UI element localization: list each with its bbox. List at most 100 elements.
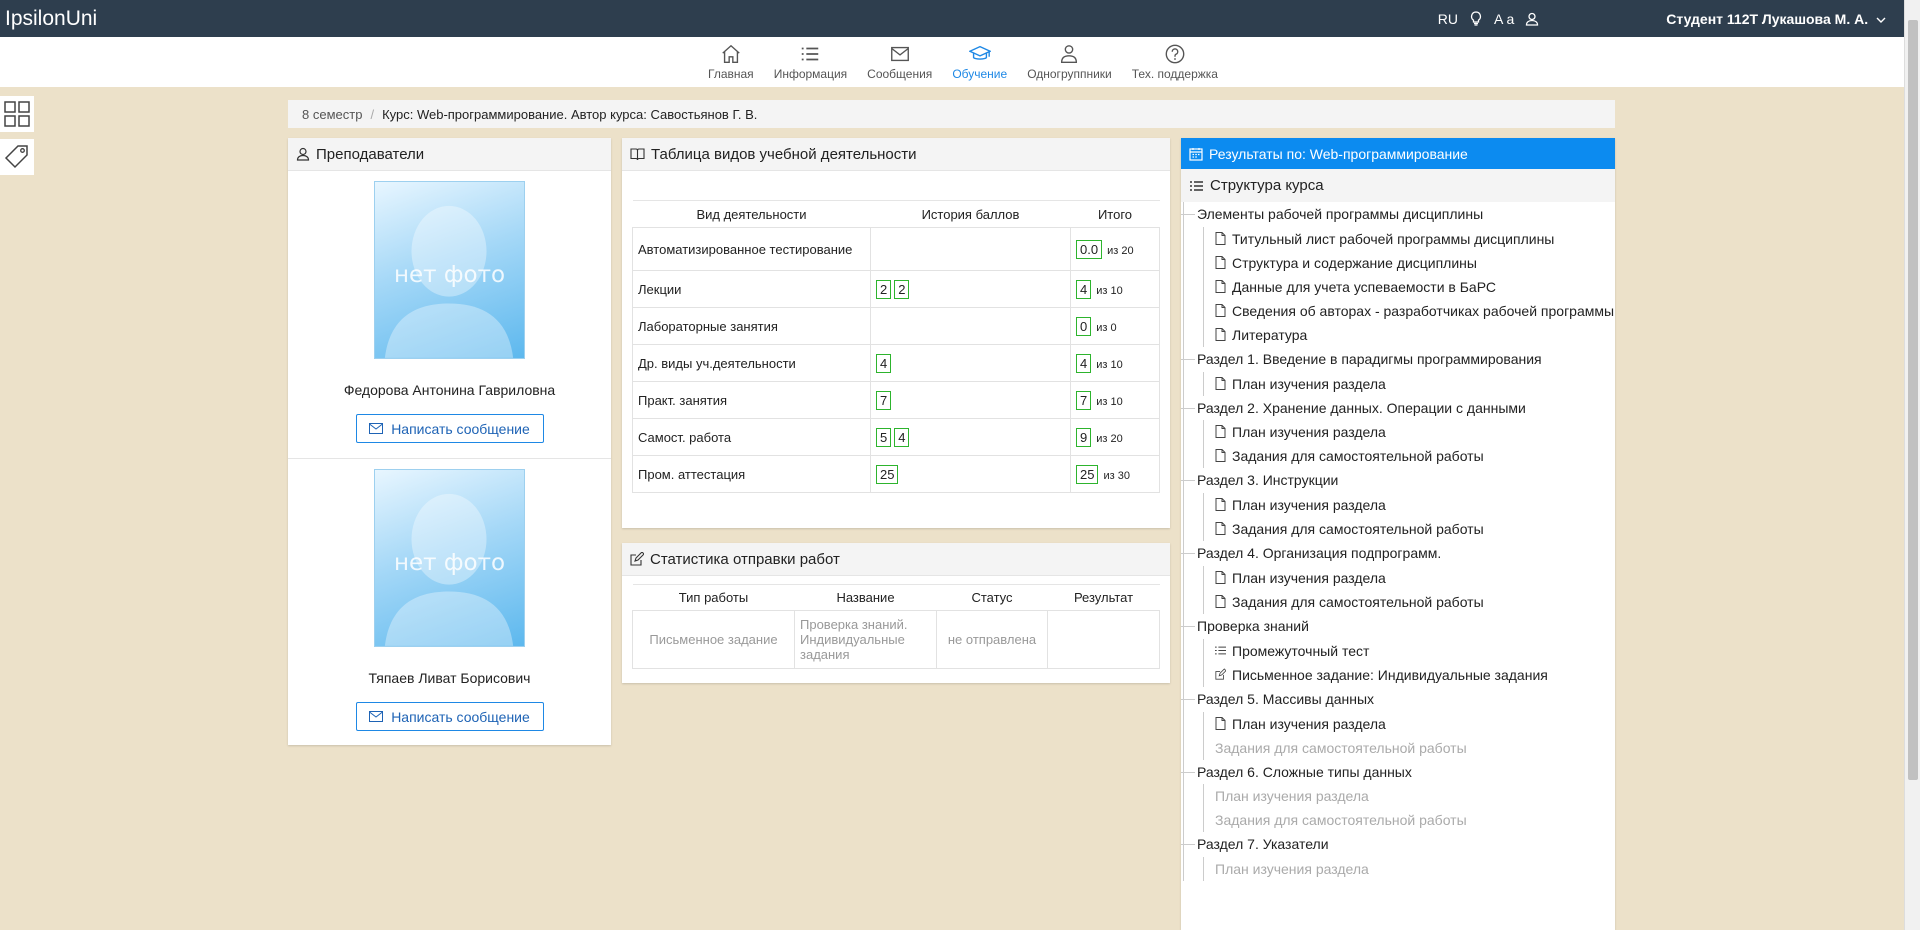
no-photo-label: нет фото <box>393 262 506 288</box>
book-icon <box>630 148 645 161</box>
score-chip[interactable]: 2 <box>876 279 892 299</box>
apps-grid-button[interactable] <box>0 96 34 132</box>
calendar-icon <box>1189 147 1203 161</box>
stats-title: Статистика отправки работ <box>650 550 840 568</box>
table-row: Др. виды уч.деятельности 4 4 из 10 <box>632 344 1160 382</box>
tree-item[interactable]: Письменное задание: Индивидуальные задан… <box>1197 662 1615 687</box>
score-chip[interactable]: 7 <box>876 390 892 410</box>
score-chip[interactable]: 25 <box>876 464 899 484</box>
max-score: из 0 <box>1096 321 1117 334</box>
column-header: Результат <box>1047 584 1160 611</box>
table-row: Автоматизированное тестирование 0.0 из 20 <box>632 227 1160 271</box>
page-scrollbar[interactable] <box>1904 0 1920 930</box>
brand-logo[interactable]: IpsilonUni <box>0 7 97 31</box>
tree-section[interactable]: Раздел 2. Хранение данных. Операции с да… <box>1181 396 1615 421</box>
nav-messages[interactable]: Сообщения <box>857 43 942 81</box>
tree-section[interactable]: Раздел 7. Указатели <box>1181 832 1615 857</box>
activity-name: Пром. аттестация <box>632 455 871 493</box>
tree-item[interactable]: План изучения раздела <box>1197 565 1615 590</box>
breadcrumb-course: Курс: Web-программирование. Автор курса:… <box>382 106 758 122</box>
tree-item-label: План изучения раздела <box>1232 569 1386 586</box>
tree-section[interactable]: Раздел 4. Организация подпрограмм. <box>1181 541 1615 566</box>
tree-item-label: Титульный лист рабочей программы дисципл… <box>1232 230 1555 247</box>
user-menu[interactable]: Студент 112Т Лукашова М. А. <box>1666 11 1886 27</box>
tree-item[interactable]: План изучения раздела <box>1197 371 1615 396</box>
activity-table: Вид деятельности История баллов Итого Ав… <box>632 200 1160 493</box>
teacher-card: нет фото Федорова Антонина Гавриловна На… <box>288 171 611 459</box>
font-size-toggle[interactable]: A a <box>1494 11 1514 27</box>
tree-item[interactable]: Титульный лист рабочей программы дисципл… <box>1197 226 1615 251</box>
tree-item-label: Задания для самостоятельной работы <box>1215 812 1467 829</box>
total-score: 7 <box>1076 390 1092 410</box>
tree-section[interactable]: Элементы рабочей программы дисциплины <box>1181 202 1615 227</box>
nav-learning[interactable]: Обучение <box>942 43 1017 81</box>
lightbulb-icon[interactable] <box>1468 11 1484 27</box>
tree-section[interactable]: Раздел 3. Инструкции <box>1181 468 1615 493</box>
tree-section[interactable]: Раздел 1. Введение в парадигмы программи… <box>1181 347 1615 372</box>
tree-item[interactable]: План изучения раздела <box>1197 493 1615 518</box>
table-row: Пром. аттестация 25 25 из 30 <box>632 455 1160 493</box>
document-icon <box>1215 570 1226 584</box>
tree-item[interactable]: Задания для самостоятельной работы <box>1197 517 1615 542</box>
document-icon <box>1215 498 1226 512</box>
table-row: Лекции 2 2 4 из 10 <box>632 270 1160 308</box>
table-row: Лабораторные занятия 0 из 0 <box>632 307 1160 345</box>
nav-label: Одногруппники <box>1027 67 1112 81</box>
tree-item[interactable]: Задания для самостоятельной работы <box>1197 444 1615 469</box>
language-switch[interactable]: RU <box>1438 11 1458 27</box>
tree-item[interactable]: План изучения раздела <box>1197 711 1615 736</box>
activity-total: 4 из 10 <box>1070 344 1160 382</box>
column-header: Вид деятельности <box>632 200 871 228</box>
total-score: 0.0 <box>1076 239 1103 259</box>
document-icon <box>1215 327 1226 341</box>
scrollbar-thumb[interactable] <box>1908 20 1918 780</box>
tags-button[interactable] <box>0 139 34 175</box>
score-chip[interactable]: 4 <box>876 353 892 373</box>
nav-home[interactable]: Главная <box>698 43 764 81</box>
table-row: Самост. работа 5 4 9 из 20 <box>632 418 1160 456</box>
edit-icon <box>630 552 644 566</box>
course-structure-tree: Элементы рабочей программы дисциплины Тит… <box>1181 202 1615 882</box>
nav-classmates[interactable]: Одногруппники <box>1017 43 1122 81</box>
tree-section[interactable]: Раздел 5. Массивы данных <box>1181 687 1615 712</box>
nav-support[interactable]: Тех. поддержка <box>1122 43 1228 81</box>
write-message-button[interactable]: Написать сообщение <box>355 702 544 731</box>
tree-item[interactable]: Задания для самостоятельной работы <box>1197 589 1615 614</box>
profile-icon[interactable] <box>1524 11 1540 27</box>
score-chip[interactable]: 4 <box>894 427 910 447</box>
breadcrumb-semester[interactable]: 8 семестр <box>302 107 362 122</box>
write-message-button[interactable]: Написать сообщение <box>355 414 544 443</box>
score-chip[interactable]: 2 <box>894 279 910 299</box>
tree-item-label: Промежуточный тест <box>1232 642 1370 659</box>
grid-icon <box>4 101 30 127</box>
tree-section[interactable]: Раздел 6. Сложные типы данных <box>1181 760 1615 785</box>
teacher-name: Федорова Антонина Гавриловна <box>343 382 556 398</box>
no-photo-label: нет фото <box>393 550 506 576</box>
activity-name: Лекции <box>632 270 871 308</box>
score-history: 4 <box>870 344 1071 382</box>
button-label: Написать сообщение <box>391 420 530 437</box>
table-row[interactable]: Письменное задание Проверка знаний. Инди… <box>632 610 1160 669</box>
stats-table: Тип работы Название Статус Результат Пис… <box>632 584 1160 669</box>
work-type: Письменное задание <box>632 610 795 669</box>
tree-item-label: План изучения раздела <box>1232 375 1386 392</box>
tree-section[interactable]: Проверка знаний <box>1181 614 1615 639</box>
results-title: Результаты по: Web-программирование <box>1209 145 1468 162</box>
tree-item[interactable]: Структура и содержание дисциплины <box>1197 250 1615 275</box>
tree-item[interactable]: Промежуточный тест <box>1197 638 1615 663</box>
column-header: Тип работы <box>632 584 795 611</box>
score-chip[interactable]: 5 <box>876 427 892 447</box>
tree-item[interactable]: Данные для учета успеваемости в БаРС <box>1197 274 1615 299</box>
total-score: 9 <box>1076 427 1092 447</box>
tree-item[interactable]: Сведения об авторах - разработчиках рабо… <box>1197 298 1615 323</box>
list-icon <box>802 47 819 61</box>
score-history <box>870 227 1071 271</box>
main-nav: Главная Информация Сообщения Обучение Од… <box>0 37 1904 87</box>
tree-item[interactable]: Литература <box>1197 322 1615 347</box>
activity-panel: Таблица видов учебной деятельности Вид д… <box>622 138 1170 528</box>
tree-item[interactable]: План изучения раздела <box>1197 420 1615 445</box>
activity-title: Таблица видов учебной деятельности <box>651 145 917 163</box>
tree-item: Задания для самостоятельной работы <box>1197 735 1615 760</box>
nav-info[interactable]: Информация <box>764 43 857 81</box>
score-history: 22 <box>870 270 1071 308</box>
